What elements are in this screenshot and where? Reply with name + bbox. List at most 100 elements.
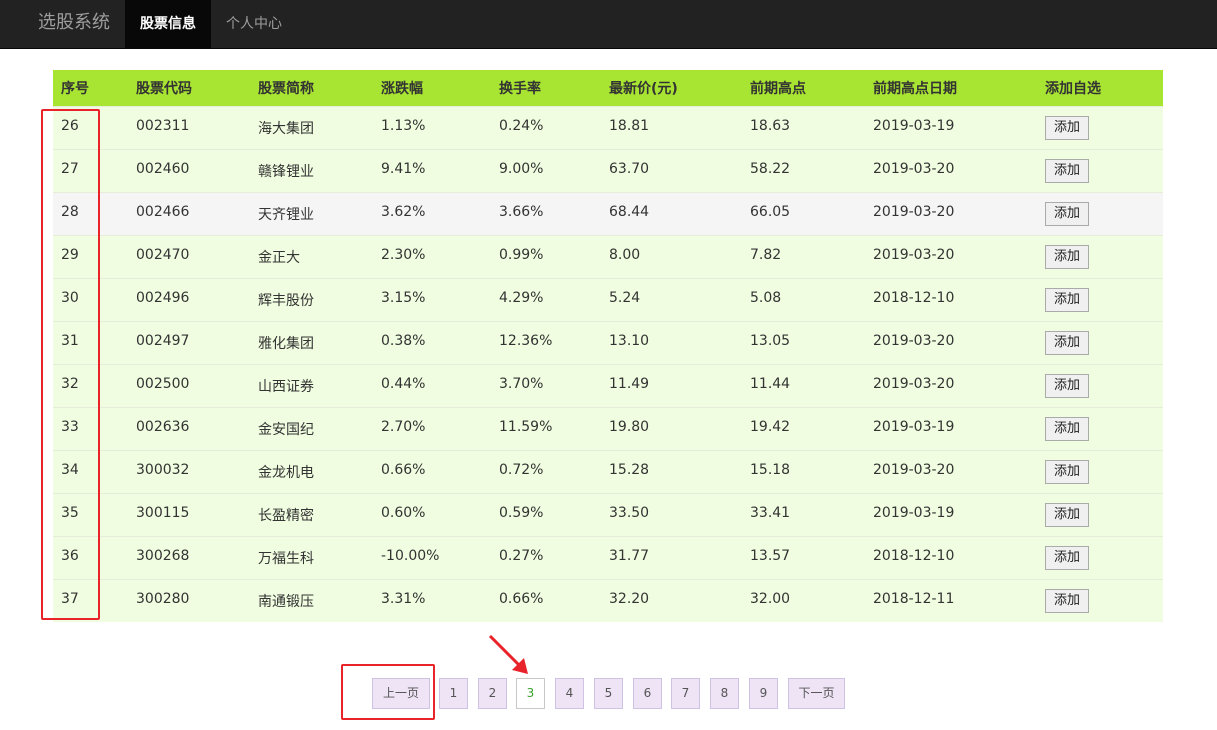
add-watchlist-button[interactable]: 添加 <box>1045 115 1089 140</box>
page-button-6[interactable]: 6 <box>633 678 662 709</box>
annotation-box-index-column <box>41 109 100 620</box>
page-button-7[interactable]: 7 <box>671 678 700 709</box>
nav-personal-center[interactable]: 个人中心 <box>211 0 297 48</box>
table-cell-action: 添加 <box>1037 278 1163 321</box>
table-cell: 3.62% <box>381 203 426 220</box>
add-watchlist-button[interactable]: 添加 <box>1045 545 1089 570</box>
table-cell: 33.41 <box>750 504 791 521</box>
table-cell: 3.31% <box>381 590 426 607</box>
table-cell-action: 添加 <box>1037 321 1163 364</box>
table-cell: 2018-12-11 <box>873 590 955 607</box>
table-cell: 金安国纪 <box>258 421 314 438</box>
table-cell: 长盈精密 <box>258 507 314 524</box>
page-button-9[interactable]: 9 <box>749 678 778 709</box>
table-cell: 300268 <box>136 547 190 564</box>
navbar: 选股系统 股票信息 个人中心 <box>0 0 1217 49</box>
add-watchlist-button[interactable]: 添加 <box>1045 373 1089 398</box>
table-cell: 13.05 <box>750 332 791 349</box>
table-cell: 2019-03-20 <box>873 160 955 177</box>
table-cell: 13.10 <box>609 332 650 349</box>
table-row: 34 300032 金龙机电 0.66% 0.72% 15.28 15.18 2019-03-… <box>53 450 1163 493</box>
table-cell: 11.49 <box>609 375 650 392</box>
column-header: 股票简称 <box>258 80 314 97</box>
table-cell: 002496 <box>136 289 190 306</box>
table-row: 36 300268 万福生科 -10.00% 0.27% 31.77 13.57 2018-1… <box>53 536 1163 579</box>
table-cell: 南通锻压 <box>258 593 314 610</box>
table-cell: 0.66% <box>499 590 544 607</box>
table-cell: 2018-12-10 <box>873 289 955 306</box>
table-cell: 300032 <box>136 461 190 478</box>
table-cell-action: 添加 <box>1037 579 1163 622</box>
page-button-8[interactable]: 8 <box>710 678 739 709</box>
table-cell-action: 添加 <box>1037 106 1163 149</box>
table-cell: 66.05 <box>750 203 791 220</box>
table-cell: 3.15% <box>381 289 426 306</box>
annotation-arrow-icon <box>488 634 528 674</box>
add-watchlist-button[interactable]: 添加 <box>1045 502 1089 527</box>
table-cell: 5.24 <box>609 289 641 306</box>
nav-stock-info[interactable]: 股票信息 <box>125 0 211 48</box>
table-cell: 300280 <box>136 590 190 607</box>
table-row: 37 300280 南通锻压 3.31% 0.66% 32.20 32.00 2018-12-… <box>53 579 1163 622</box>
table-cell: 8.00 <box>609 246 641 263</box>
table-cell: 19.80 <box>609 418 650 435</box>
table-cell: 2.70% <box>381 418 426 435</box>
table-cell: 赣锋锂业 <box>258 163 314 180</box>
table-cell: 11.59% <box>499 418 553 435</box>
table-cell-action: 添加 <box>1037 364 1163 407</box>
table-cell: 雅化集团 <box>258 335 314 352</box>
table-cell: 2019-03-19 <box>873 504 955 521</box>
table-cell: 002497 <box>136 332 190 349</box>
table-cell: 0.38% <box>381 332 426 349</box>
table-cell: 002470 <box>136 246 190 263</box>
table-cell-action: 添加 <box>1037 450 1163 493</box>
table-cell-action: 添加 <box>1037 536 1163 579</box>
table-cell: 58.22 <box>750 160 791 177</box>
table-cell: 32.20 <box>609 590 650 607</box>
table-cell: 3.66% <box>499 203 544 220</box>
table-cell: 31.77 <box>609 547 650 564</box>
page-button-3[interactable]: 3 <box>516 678 545 709</box>
column-header: 股票代码 <box>136 80 192 97</box>
table-cell: 0.99% <box>499 246 544 263</box>
add-watchlist-button[interactable]: 添加 <box>1045 201 1089 226</box>
table-cell: 0.72% <box>499 461 544 478</box>
table-row: 29 002470 金正大 2.30% 0.99% 8.00 7.82 2019-03-20 添… <box>53 235 1163 278</box>
table-cell: 19.42 <box>750 418 791 435</box>
table-cell: 3.70% <box>499 375 544 392</box>
table-header-row: 序号 股票代码 股票简称 涨跌幅 换手率 最新价(元) 前期高点 前期高点日期 添加自选 <box>53 70 1163 106</box>
table-cell: 002500 <box>136 375 190 392</box>
table-body: 26 002311 海大集团 1.13% 0.24% 18.81 18.63 2019-03-… <box>53 106 1163 622</box>
table-row: 28 002466 天齐锂业 3.62% 3.66% 68.44 66.05 2019-03-… <box>53 192 1163 235</box>
add-watchlist-button[interactable]: 添加 <box>1045 416 1089 441</box>
table-cell: 0.24% <box>499 117 544 134</box>
column-header: 换手率 <box>499 80 541 97</box>
page-button-2[interactable]: 2 <box>478 678 507 709</box>
table-cell: 002460 <box>136 160 190 177</box>
brand-title[interactable]: 选股系统 <box>38 0 110 48</box>
stock-table-container: 序号 股票代码 股票简称 涨跌幅 换手率 最新价(元) 前期高点 前期高点日期 添加自选 26 0… <box>53 70 1163 622</box>
page-button-5[interactable]: 5 <box>594 678 623 709</box>
page-button-1[interactable]: 1 <box>439 678 468 709</box>
add-watchlist-button[interactable]: 添加 <box>1045 588 1089 613</box>
table-cell: 13.57 <box>750 547 791 564</box>
page-button-4[interactable]: 4 <box>555 678 584 709</box>
next-page-button[interactable]: 下一页 <box>788 678 845 709</box>
table-cell: 天齐锂业 <box>258 206 314 223</box>
table-cell: -10.00% <box>381 547 440 564</box>
stock-table: 序号 股票代码 股票简称 涨跌幅 换手率 最新价(元) 前期高点 前期高点日期 添加自选 26 0… <box>53 70 1163 622</box>
add-watchlist-button[interactable]: 添加 <box>1045 459 1089 484</box>
column-header: 序号 <box>61 80 89 97</box>
add-watchlist-button[interactable]: 添加 <box>1045 244 1089 269</box>
add-watchlist-button[interactable]: 添加 <box>1045 287 1089 312</box>
table-cell: 2.30% <box>381 246 426 263</box>
table-cell: 2019-03-20 <box>873 203 955 220</box>
add-watchlist-button[interactable]: 添加 <box>1045 158 1089 183</box>
prev-page-button[interactable]: 上一页 <box>372 678 430 709</box>
table-cell-action: 添加 <box>1037 149 1163 192</box>
table-cell: 山西证券 <box>258 378 314 395</box>
table-cell: 15.18 <box>750 461 791 478</box>
add-watchlist-button[interactable]: 添加 <box>1045 330 1089 355</box>
table-cell: 2019-03-19 <box>873 418 955 435</box>
table-cell: 68.44 <box>609 203 650 220</box>
